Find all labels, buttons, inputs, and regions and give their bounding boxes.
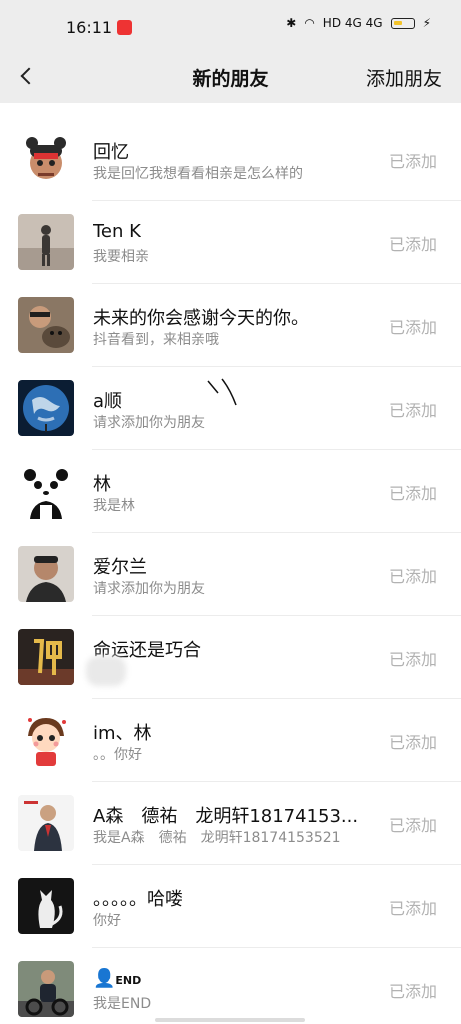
request-message: 我要相亲 <box>93 249 149 265</box>
friend-name: 👤END <box>93 968 142 989</box>
add-friend-button[interactable]: 添加朋友 <box>366 64 442 91</box>
friend-name: 爱尔兰 <box>93 557 147 578</box>
man-portrait-avatar <box>18 546 74 602</box>
man-on-bike-avatar <box>18 961 74 1017</box>
list-item[interactable]: Ten K 我要相亲 已添加 <box>0 201 461 284</box>
list-item[interactable]: 👤END 我是END 已添加 <box>0 948 461 1024</box>
friend-name: A森 德祐 龙明轩18174153... <box>93 806 359 827</box>
added-status: 已添加 <box>388 899 437 918</box>
list-item[interactable]: 命运还是巧合 相亲 已添加 <box>0 616 461 699</box>
list-item[interactable]: 爱尔兰 请求添加你为朋友 已添加 <box>0 533 461 616</box>
earth-avatar <box>18 380 74 436</box>
friend-name: 未来的你会感谢今天的你。 <box>93 308 309 329</box>
decorative-strokes <box>207 378 237 406</box>
panda-avatar <box>18 463 74 519</box>
cartoon-girl-avatar <box>18 131 74 187</box>
blurred-region <box>86 656 126 686</box>
list-item[interactable]: A森 德祐 龙明轩18174153... 我是A森 德祐 龙明轩18174153… <box>0 782 461 865</box>
status-time: 16:11 <box>66 18 113 37</box>
cartoon-boy-avatar <box>18 712 74 768</box>
friend-name: 林 <box>93 474 111 495</box>
signal-indicators: HD 4G 4G <box>322 16 383 30</box>
list-item[interactable]: 。。。。。哈喽 你好 已添加 <box>0 865 461 948</box>
request-message: 请求添加你为朋友 <box>93 581 205 597</box>
request-message: 请求添加你为朋友 <box>93 415 205 431</box>
added-status: 已添加 <box>388 401 437 420</box>
app-notification-icon <box>117 20 132 35</box>
request-message: 我是END <box>93 996 152 1012</box>
charging-icon: ⚡ <box>422 16 431 30</box>
added-status: 已添加 <box>388 650 437 669</box>
friend-name: 回忆 <box>93 142 129 163</box>
request-message: 我是林 <box>93 498 135 514</box>
status-icons: ✱ ◠ HD 4G 4G ⚡ <box>286 16 431 30</box>
friend-name: a顺 <box>93 391 123 412</box>
added-status: 已添加 <box>388 733 437 752</box>
wifi-icon: ◠ <box>304 16 315 30</box>
request-message: 抖音看到，来相亲哦 <box>93 332 219 348</box>
added-status: 已添加 <box>388 484 437 503</box>
list-item[interactable]: 回忆 我是回忆我想看看相亲是怎么样的 已添加 <box>0 118 461 201</box>
friend-name: im、林 <box>93 723 152 744</box>
added-status: 已添加 <box>388 567 437 586</box>
buddha-character-avatar <box>18 629 74 685</box>
added-status: 已添加 <box>388 318 437 337</box>
request-message: 你好 <box>93 913 121 929</box>
added-status: 已添加 <box>388 152 437 171</box>
added-status: 已添加 <box>388 816 437 835</box>
added-status: 已添加 <box>388 235 437 254</box>
list-item[interactable]: 林 我是林 已添加 <box>0 450 461 533</box>
suited-man-avatar <box>18 795 74 851</box>
person-icon: 👤 <box>93 968 116 989</box>
request-message: 我是回忆我想看看相亲是怎么样的 <box>93 166 303 182</box>
request-message: 我是A森 德祐 龙明轩18174153521 <box>93 830 341 846</box>
status-bar: 16:11 ✱ ◠ HD 4G 4G ⚡ <box>0 0 461 58</box>
list-item[interactable]: 未来的你会感谢今天的你。 抖音看到，来相亲哦 已添加 <box>0 284 461 367</box>
shadow-photo-avatar <box>18 214 74 270</box>
nav-bar: 新的朋友 添加朋友 <box>0 58 461 103</box>
list-item[interactable]: im、林 。。你好 已添加 <box>0 699 461 782</box>
home-indicator <box>155 1018 305 1022</box>
friend-request-list: 回忆 我是回忆我想看看相亲是怎么样的 已添加 Ten K 我要相亲 已添加 未来… <box>0 118 461 1024</box>
cat-sketch-avatar <box>18 878 74 934</box>
request-message: 。。你好 <box>93 747 142 763</box>
man-with-dog-avatar <box>18 297 74 353</box>
battery-icon <box>390 17 415 29</box>
bluetooth-icon: ✱ <box>286 16 297 30</box>
friend-name: Ten K <box>93 221 141 242</box>
friend-name: 。。。。。哈喽 <box>93 889 183 910</box>
added-status: 已添加 <box>388 982 437 1001</box>
